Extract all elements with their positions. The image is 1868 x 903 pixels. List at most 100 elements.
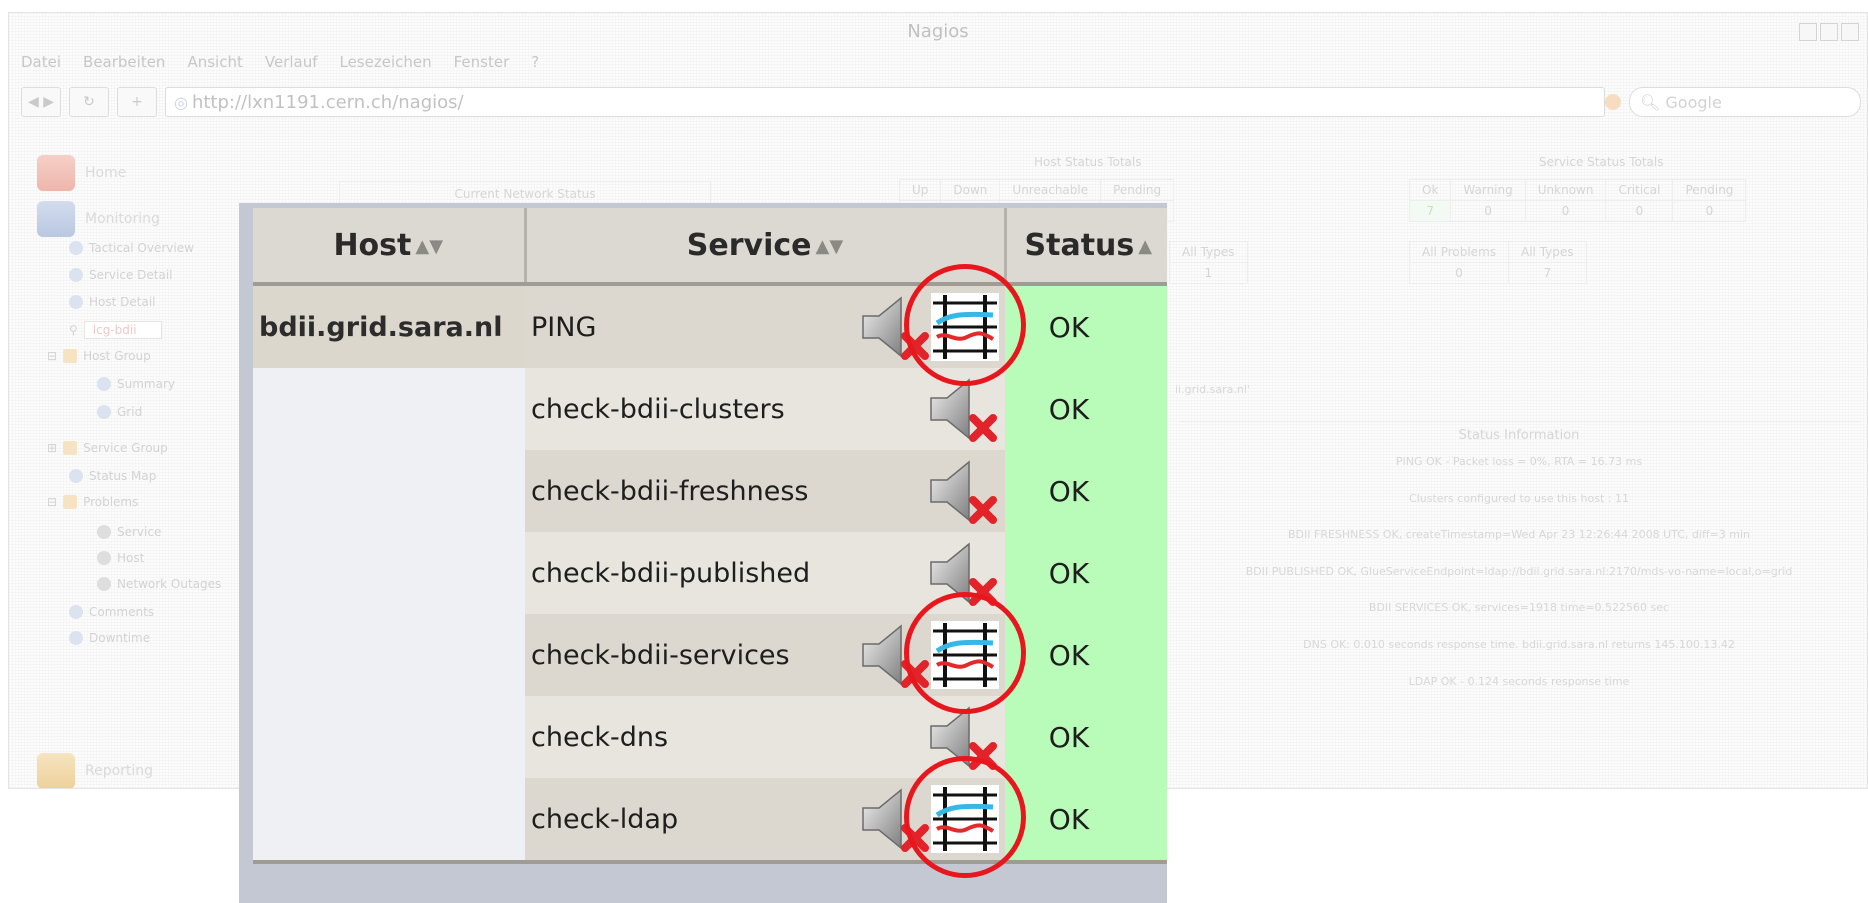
service-name[interactable]: PING: [531, 312, 596, 343]
table-row[interactable]: check-bdii-services OK: [253, 614, 1167, 696]
host-cell-empty: [253, 614, 525, 696]
service-name[interactable]: check-bdii-freshness: [531, 476, 808, 507]
sort-arrow-icon[interactable]: ▲: [1138, 236, 1152, 257]
globe-icon: [69, 241, 83, 255]
graph-icon[interactable]: [931, 785, 999, 853]
new-tab-button[interactable]: +: [117, 87, 157, 117]
graph-icon[interactable]: [931, 293, 999, 361]
sidebar-reporting[interactable]: Reporting: [37, 753, 153, 788]
host-link[interactable]: ii.grid.sara.nl': [1175, 383, 1250, 396]
menu-item[interactable]: Fenster: [454, 53, 510, 71]
folder-icon: [63, 495, 78, 509]
speaker-muted-icon[interactable]: [925, 456, 999, 526]
magnifier-icon: ⚲: [69, 323, 78, 337]
col-ok[interactable]: Ok: [1408, 179, 1452, 201]
service-cell[interactable]: check-bdii-clusters: [525, 368, 1005, 450]
service-column-header[interactable]: Service ▲▼: [523, 208, 1005, 286]
col-down[interactable]: Down: [940, 179, 1001, 201]
service-cell[interactable]: check-ldap: [525, 778, 1005, 860]
menu-item[interactable]: Verlauf: [265, 53, 318, 71]
service-all-types-label[interactable]: All Types: [1508, 241, 1587, 263]
sidebar-item-downtime[interactable]: Downtime: [69, 631, 150, 645]
sidebar-home[interactable]: Home: [37, 155, 126, 191]
value-pending: 0: [1672, 200, 1747, 222]
service-name[interactable]: check-bdii-services: [531, 640, 790, 671]
col-up[interactable]: Up: [898, 179, 942, 201]
table-row[interactable]: check-bdii-clusters OK: [253, 368, 1167, 450]
quick-search-input[interactable]: lcg-bdii: [83, 321, 162, 339]
sidebar-item-host-problems[interactable]: Host: [97, 551, 144, 565]
host-cell-empty: [253, 778, 525, 860]
minimize-icon[interactable]: [1799, 23, 1817, 41]
table-row[interactable]: check-ldap OK: [253, 778, 1167, 860]
speaker-muted-icon[interactable]: [925, 374, 999, 444]
graph-icon[interactable]: [931, 621, 999, 689]
col-unreachable[interactable]: Unreachable: [999, 179, 1102, 201]
service-cell[interactable]: check-bdii-services: [525, 614, 1005, 696]
speaker-muted-icon[interactable]: [925, 702, 999, 772]
service-name[interactable]: check-dns: [531, 722, 668, 753]
reload-button[interactable]: ↻: [69, 87, 109, 117]
col-warning[interactable]: Warning: [1450, 179, 1526, 201]
rss-feed-icon[interactable]: [1605, 94, 1621, 110]
search-input[interactable]: 🔍︎ Google: [1629, 87, 1861, 117]
menu-item[interactable]: Datei: [21, 53, 61, 71]
host-cell[interactable]: bdii.grid.sara.nl: [253, 284, 525, 368]
sort-arrows-icon[interactable]: ▲▼: [415, 236, 443, 257]
sidebar-item-problems[interactable]: ⊟ Problems: [47, 495, 138, 509]
host-cell-empty: [253, 532, 525, 614]
back-forward-button[interactable]: ◀ ▶: [21, 87, 61, 117]
sidebar-item-service-problems[interactable]: Service: [97, 525, 161, 539]
service-name[interactable]: check-bdii-published: [531, 558, 810, 589]
host-column-header[interactable]: Host ▲▼: [253, 208, 525, 286]
sidebar-item-status-map[interactable]: Status Map: [69, 469, 156, 483]
speaker-muted-icon[interactable]: [857, 620, 931, 690]
sidebar-item-comments[interactable]: Comments: [69, 605, 154, 619]
service-cell[interactable]: check-bdii-published: [525, 532, 1005, 614]
sidebar-item-host-group[interactable]: ⊟ Host Group: [47, 349, 151, 363]
sidebar-item-summary[interactable]: Summary: [97, 377, 175, 391]
col-critical[interactable]: Critical: [1605, 179, 1674, 201]
folder-icon: [63, 349, 78, 363]
service-name[interactable]: check-ldap: [531, 804, 678, 835]
all-problems-label[interactable]: All Problems: [1408, 241, 1510, 263]
sidebar-item-service-detail[interactable]: Service Detail: [69, 268, 173, 282]
value-unknown: 0: [1524, 200, 1607, 222]
table-row[interactable]: check-dns OK: [253, 696, 1167, 778]
status-ok-cell: OK: [1005, 532, 1167, 614]
service-cell[interactable]: PING: [525, 284, 1005, 368]
sidebar-item-label: Downtime: [89, 631, 151, 645]
sidebar-item-network-outages[interactable]: Network Outages: [97, 577, 221, 591]
sort-arrows-icon[interactable]: ▲▼: [816, 236, 844, 257]
sidebar-item-service-group[interactable]: ⊞ Service Group: [47, 441, 168, 455]
service-status-totals-title: Service Status Totals: [1539, 155, 1664, 169]
table-row[interactable]: bdii.grid.sara.nl PING OK: [253, 284, 1167, 368]
maximize-icon[interactable]: [1820, 23, 1838, 41]
host-all-types-label[interactable]: All Types: [1169, 241, 1248, 263]
speaker-muted-icon[interactable]: [857, 784, 931, 854]
service-name[interactable]: check-bdii-clusters: [531, 394, 785, 425]
sidebar-quick-search[interactable]: ⚲ lcg-bdii: [69, 321, 162, 339]
speaker-muted-icon[interactable]: [925, 538, 999, 608]
menu-item[interactable]: Lesezeichen: [339, 53, 431, 71]
menu-item[interactable]: ?: [531, 53, 539, 71]
status-column-header[interactable]: Status ▲: [1003, 208, 1167, 286]
sidebar-item-grid[interactable]: Grid: [97, 405, 142, 419]
speaker-muted-icon[interactable]: [857, 292, 931, 362]
close-icon[interactable]: [1841, 23, 1859, 41]
table-row[interactable]: check-bdii-freshness OK: [253, 450, 1167, 532]
col-pending[interactable]: Pending: [1672, 179, 1747, 201]
menu-item[interactable]: Bearbeiten: [83, 53, 165, 71]
sidebar-item-host-detail[interactable]: Host Detail: [69, 295, 156, 309]
service-status-table: Host ▲▼ Service ▲▼ Status ▲ bdii.grid.sara.…: [253, 208, 1167, 864]
sidebar-item-label: Service Group: [83, 441, 168, 455]
service-cell[interactable]: check-dns: [525, 696, 1005, 778]
service-cell[interactable]: check-bdii-freshness: [525, 450, 1005, 532]
menu-item[interactable]: Ansicht: [187, 53, 242, 71]
col-pending[interactable]: Pending: [1100, 179, 1175, 201]
table-row[interactable]: check-bdii-published OK: [253, 532, 1167, 614]
sidebar-item-tactical-overview[interactable]: Tactical Overview: [69, 241, 194, 255]
sidebar-monitoring[interactable]: Monitoring: [37, 201, 160, 237]
col-unknown[interactable]: Unknown: [1524, 179, 1607, 201]
address-bar[interactable]: ◎ http://lxn1191.cern.ch/nagios/: [165, 87, 1605, 117]
